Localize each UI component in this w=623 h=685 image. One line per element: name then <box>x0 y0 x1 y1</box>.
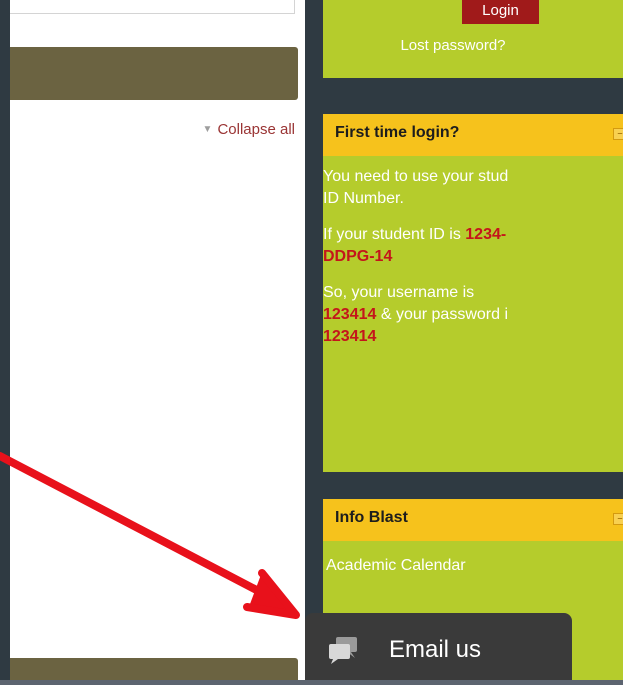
chat-bubbles-icon <box>329 637 357 664</box>
block-header: First time login? – <box>323 114 623 156</box>
login-button[interactable]: Login <box>462 0 539 24</box>
collapse-all-link[interactable]: ▼ Collapse all <box>10 121 295 138</box>
bottom-border <box>0 680 623 685</box>
email-us-button[interactable]: Email us <box>305 613 572 685</box>
academic-calendar-link[interactable]: Academic Calendar <box>323 541 623 575</box>
block-title: First time login? <box>335 124 460 141</box>
block-title: Info Blast <box>335 509 408 526</box>
section-header-bar <box>10 47 298 100</box>
triangle-down-icon: ▼ <box>202 124 213 135</box>
minimize-icon[interactable]: – <box>613 513 623 525</box>
minimize-icon[interactable]: – <box>613 128 623 140</box>
credentials-text: So, your username is 123414 & your passw… <box>323 284 508 345</box>
instruction-text: You need to use your stud ID Number. <box>323 168 509 207</box>
top-box <box>10 0 295 14</box>
first-time-login-block: First time login? – You need to use your… <box>323 114 623 472</box>
login-block: Login Lost password? <box>323 0 623 78</box>
block-body: You need to use your stud ID Number. If … <box>323 156 623 348</box>
student-id-value-cont: DDPG-14 <box>323 248 393 265</box>
lost-password-link[interactable]: Lost password? <box>323 37 583 54</box>
username-value: 123414 <box>323 306 377 323</box>
password-value: 123414 <box>323 328 377 345</box>
collapse-all-label: Collapse all <box>217 121 295 138</box>
block-header: Info Blast – <box>323 499 623 541</box>
email-us-label: Email us <box>389 636 482 663</box>
main-content: ▼ Collapse all <box>10 0 305 685</box>
student-id-value: 1234- <box>465 226 507 243</box>
student-id-text: If your student ID is 1234- DDPG-14 <box>323 226 507 265</box>
